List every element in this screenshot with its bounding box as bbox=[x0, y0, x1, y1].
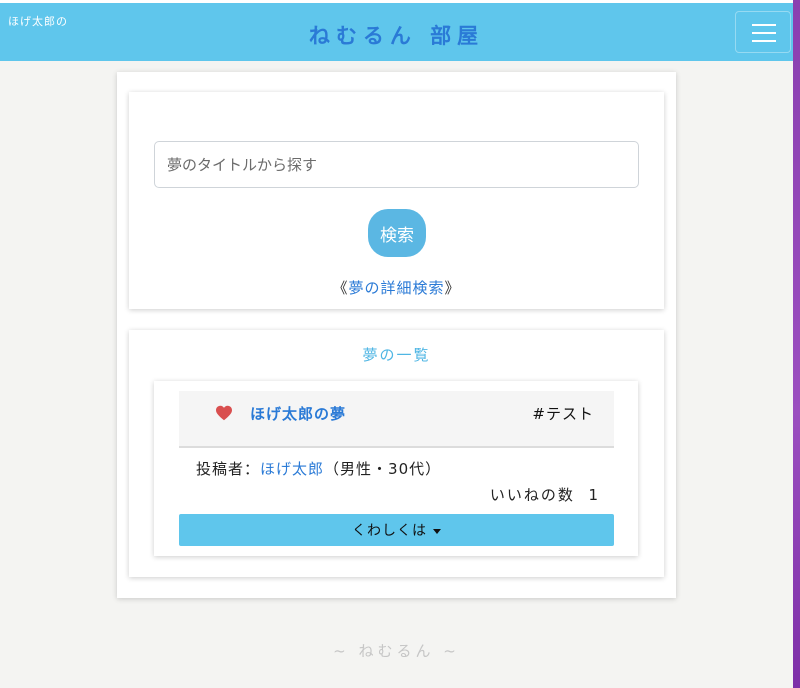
site-title[interactable]: ねむるん 部屋 bbox=[0, 20, 793, 50]
main-container: 検索 《夢の詳細検索》 夢の一覧 ほげ太郎の夢 #テスト 投稿者：ほげ太郎（男性… bbox=[117, 72, 676, 598]
search-card: 検索 《夢の詳細検索》 bbox=[129, 92, 664, 309]
search-button[interactable]: 検索 bbox=[368, 209, 426, 257]
advanced-search-row: 《夢の詳細検索》 bbox=[129, 277, 664, 298]
search-input[interactable] bbox=[154, 141, 639, 188]
dream-title-link[interactable]: ほげ太郎の夢 bbox=[250, 403, 346, 424]
poster-info: （男性・30代） bbox=[324, 460, 442, 478]
advanced-search-close-bracket: 》 bbox=[444, 279, 461, 297]
poster-name-link[interactable]: ほげ太郎 bbox=[260, 460, 324, 478]
details-dropdown-button[interactable]: くわしくは bbox=[179, 514, 614, 546]
details-label: くわしくは bbox=[352, 523, 427, 539]
likes-line: いいねの数 1 bbox=[490, 484, 600, 505]
dream-tag[interactable]: #テスト bbox=[532, 403, 594, 424]
poster-label: 投稿者： bbox=[196, 460, 261, 478]
hamburger-menu-button[interactable] bbox=[735, 11, 791, 53]
likes-label: いいねの数 bbox=[489, 486, 575, 504]
caret-down-icon bbox=[433, 528, 441, 534]
dream-list-card: 夢の一覧 ほげ太郎の夢 #テスト 投稿者：ほげ太郎（男性・30代） いいねの数 … bbox=[129, 330, 664, 577]
advanced-search-link[interactable]: 夢の詳細検索 bbox=[348, 279, 444, 297]
window-edge bbox=[793, 0, 800, 688]
dream-card: ほげ太郎の夢 #テスト 投稿者：ほげ太郎（男性・30代） いいねの数 1 くわし… bbox=[154, 381, 638, 556]
likes-count: 1 bbox=[588, 486, 600, 504]
dream-list-heading: 夢の一覧 bbox=[362, 346, 431, 364]
footer-text: ~ ねむるん ~ bbox=[333, 642, 460, 660]
advanced-search-open-bracket: 《 bbox=[332, 279, 349, 297]
hamburger-line-icon bbox=[752, 24, 776, 26]
hamburger-line-icon bbox=[752, 40, 776, 42]
poster-line: 投稿者：ほげ太郎（男性・30代） bbox=[196, 458, 441, 479]
dream-card-header: ほげ太郎の夢 #テスト bbox=[179, 391, 614, 448]
navbar: ほげ太郎の ねむるん 部屋 bbox=[0, 3, 793, 61]
heart-icon[interactable] bbox=[215, 405, 233, 421]
hamburger-line-icon bbox=[752, 32, 776, 34]
